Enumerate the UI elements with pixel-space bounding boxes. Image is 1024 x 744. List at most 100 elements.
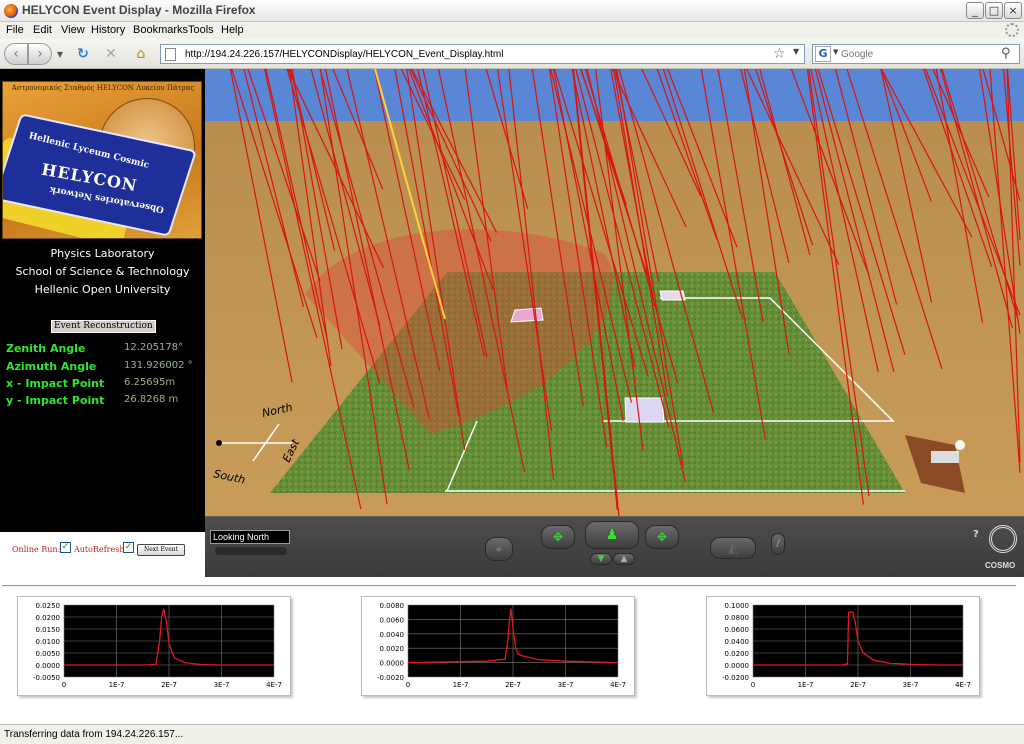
status-bar: Transferring data from 194.24.226.157... [0, 724, 1024, 744]
viewpoint-arrows[interactable] [215, 547, 287, 555]
y-tick-label: 0.0400 [725, 638, 750, 646]
signal-chart: 0.0080 0.0060 0.0040 0.0020 0.0000 -0.00200 1E… [377, 602, 626, 689]
window-title: HELYCON Event Display - Mozilla Firefox [22, 3, 256, 17]
x-tick-label: 3E-7 [903, 681, 919, 689]
seek-button[interactable]: ⌖ [485, 537, 513, 561]
url-dropdown-icon[interactable]: ▼ [793, 47, 799, 56]
menu-tools[interactable]: Tools [188, 24, 214, 36]
y-tick-label: 0.0200 [725, 650, 750, 658]
menu-edit[interactable]: Edit [33, 24, 52, 36]
help-button[interactable]: ? [973, 529, 979, 540]
throbber-icon [1005, 23, 1019, 37]
home-button[interactable]: ⌂ [130, 43, 152, 65]
y-tick-label: 0.0150 [36, 626, 61, 634]
tilt-button[interactable]: ✥ [645, 525, 679, 549]
institution-line: Physics Laboratory [50, 247, 155, 260]
online-run-controls: Online Run: ✓ AutoRefresh: ✓ Next Event [0, 539, 205, 561]
param-row-azimuth: Azimuth Angle 131.926002 ° [6, 360, 202, 376]
y-tick-label: 0.0250 [36, 602, 61, 610]
search-bar[interactable]: G ▼ ⚲ [812, 44, 1020, 64]
x-tick-label: 1E-7 [798, 681, 814, 689]
signal-plot-1: 0.0250 0.0200 0.0150 0.0100 0.0050 0.0000 -0.0… [17, 596, 291, 696]
reload-button[interactable]: ↻ [72, 43, 94, 65]
y-tick-label: 0.0080 [380, 602, 405, 610]
window-title-bar: HELYCON Event Display - Mozilla Firefox … [0, 0, 1024, 22]
navigation-toolbar: ‹ › ▼ ↻ ✕ ⌂ ☆ ▼ G ▼ ⚲ [0, 39, 1024, 69]
y-tick-label: -0.0200 [722, 674, 749, 682]
menu-history[interactable]: History [91, 24, 125, 36]
online-run-checkbox[interactable]: ✓ [60, 542, 71, 553]
institution-line: Hellenic Open University [34, 283, 171, 296]
viewpoint-select[interactable]: Looking North [210, 530, 290, 544]
y-tick-label: 0.0600 [725, 626, 750, 634]
x-tick-label: 3E-7 [214, 681, 230, 689]
menu-file[interactable]: File [6, 24, 24, 36]
maximize-button[interactable]: □ [985, 2, 1003, 19]
signal-chart: 0.0250 0.0200 0.0150 0.0100 0.0050 0.0000 -0.0… [33, 602, 282, 689]
undo-move-button[interactable]: ◭ [710, 537, 756, 559]
search-engine-icon[interactable]: G [815, 46, 831, 62]
param-value: 26.8268 m [124, 394, 179, 405]
param-label: y - Impact Point [6, 394, 105, 407]
forward-button[interactable]: › [28, 43, 52, 65]
x-tick-label: 0 [406, 681, 410, 689]
param-value: 6.25695m [124, 377, 176, 388]
3d-event-viewer[interactable]: North South East [205, 69, 1024, 516]
y-tick-label: -0.0020 [377, 674, 404, 682]
url-input[interactable] [185, 46, 755, 62]
x-tick-label: 2E-7 [505, 681, 521, 689]
param-row-zenith: Zenith Angle 12.205178° [6, 342, 202, 358]
menu-help[interactable]: Help [221, 24, 244, 36]
page-icon [165, 48, 176, 61]
institution-line: School of Science & Technology [15, 265, 190, 278]
signal-plot-2: 0.0080 0.0060 0.0040 0.0020 0.0000 -0.0020 0 1E… [361, 596, 635, 696]
param-row-x-impact: x - Impact Point 6.25695m [6, 377, 202, 393]
menu-view[interactable]: View [61, 24, 85, 36]
autorefresh-label: AutoRefresh: [74, 545, 128, 554]
event-reconstruction-heading: Event Reconstruction [51, 320, 156, 333]
x-tick-label: 4E-7 [955, 681, 971, 689]
3d-scene[interactable]: North South East [205, 69, 1024, 516]
history-dropdown-icon[interactable]: ▼ [54, 43, 66, 65]
straighten-button[interactable]: / [771, 533, 785, 555]
param-row-y-impact: y - Impact Point 26.8268 m [6, 394, 202, 410]
stop-button[interactable]: ✕ [100, 43, 122, 65]
y-tick-label: 0.0060 [380, 616, 405, 624]
move-up-button[interactable]: ▲ [613, 553, 635, 565]
vrml-player-controls: Looking North ⌖ ✥ ♟ ✥ ▼ ▲ ◭ / ? COSMO [205, 516, 1024, 577]
param-label: Zenith Angle [6, 342, 86, 355]
menu-bar: File Edit View History Bookmarks Tools H… [0, 22, 1024, 39]
y-tick-label: 0.0100 [36, 638, 61, 646]
y-tick-label: 0.0200 [36, 614, 61, 622]
bookmark-star-icon[interactable]: ☆ [773, 46, 786, 62]
y-tick-label: 0.0020 [380, 645, 405, 653]
url-bar[interactable]: ☆ ▼ [160, 44, 805, 64]
search-engine-dropdown-icon[interactable]: ▼ [833, 48, 838, 56]
search-input[interactable] [841, 46, 996, 62]
back-button[interactable]: ‹ [4, 43, 28, 65]
close-button[interactable]: × [1004, 2, 1022, 19]
institution-text: Physics Laboratory School of Science & T… [0, 245, 205, 299]
x-tick-label: 2E-7 [850, 681, 866, 689]
info-panel: Αστρονομικός Σταθμός HELYCON Λυκείου Πάτ… [0, 69, 205, 532]
y-tick-label: 0.0050 [36, 650, 61, 658]
y-tick-label: 0.0800 [725, 614, 750, 622]
x-tick-label: 4E-7 [266, 681, 282, 689]
separator [2, 585, 1016, 587]
pan-button[interactable]: ✥ [541, 525, 575, 549]
page-content: Αστρονομικός Σταθμός HELYCON Λυκείου Πάτ… [0, 69, 1024, 724]
online-run-label: Online Run: [12, 545, 61, 554]
next-event-button[interactable]: Next Event [137, 544, 185, 556]
search-icon[interactable]: ⚲ [1001, 46, 1011, 61]
autorefresh-checkbox[interactable]: ✓ [123, 542, 134, 553]
menu-bookmarks[interactable]: Bookmarks [133, 24, 188, 36]
detector-station[interactable] [510, 307, 544, 323]
signal-chart: 0.1000 0.0800 0.0600 0.0400 0.0200 0.0000 -0.0… [722, 602, 971, 689]
x-tick-label: 1E-7 [109, 681, 125, 689]
x-tick-label: 2E-7 [161, 681, 177, 689]
cosmo-logo-icon [989, 525, 1017, 553]
minimize-button[interactable]: _ [966, 2, 984, 19]
move-down-button[interactable]: ▼ [590, 553, 612, 565]
walk-button[interactable]: ♟ [585, 521, 639, 549]
param-label: Azimuth Angle [6, 360, 97, 373]
